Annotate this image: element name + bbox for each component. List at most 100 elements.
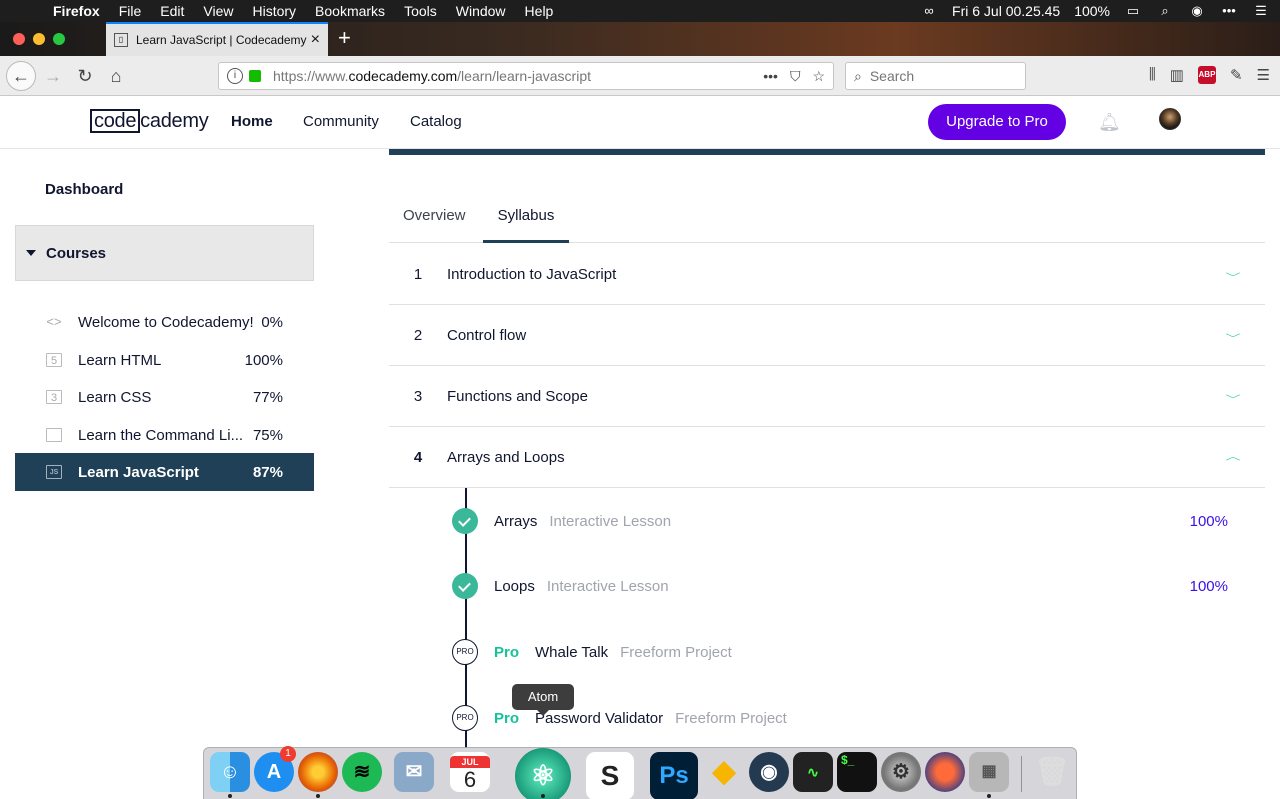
menubar-datetime[interactable]: Fri 6 Jul 00.25.45	[952, 3, 1060, 19]
course-name: Learn HTML	[78, 351, 162, 369]
course-name: Welcome to Codecademy!	[78, 313, 254, 331]
adblock-plus-icon[interactable]: ABP	[1197, 66, 1216, 84]
sidebar-course-command-line[interactable]: Learn the Command Li... 75%	[15, 416, 314, 454]
upgrade-to-pro-button[interactable]: Upgrade to Pro	[928, 104, 1066, 140]
menu-tools[interactable]: Tools	[404, 3, 437, 19]
chevron-down-icon[interactable]	[1227, 389, 1241, 403]
new-tab-icon[interactable]: +	[338, 26, 351, 50]
window-close-button[interactable]	[13, 33, 25, 45]
extension-icon[interactable]: ✎	[1230, 66, 1243, 84]
firefox-icon[interactable]	[298, 752, 338, 792]
forward-arrow-icon[interactable]: →	[41, 64, 65, 88]
search-bar[interactable]: ⌕	[845, 62, 1026, 90]
activity-monitor-icon[interactable]: ∿	[793, 752, 833, 792]
notification-bell-icon[interactable]: 🔔︎	[1098, 112, 1121, 132]
sidebar-dashboard-link[interactable]: Dashboard	[45, 181, 123, 198]
syllabus-module[interactable]: 2 Control flow	[389, 305, 1265, 366]
terminal-icon	[46, 428, 62, 442]
course-percent: 87%	[252, 463, 283, 481]
lesson-type: Freeform Project	[620, 643, 732, 661]
bookmark-star-icon[interactable]: ☆	[812, 68, 825, 85]
module-title: Functions and Scope	[447, 387, 588, 405]
browser-tab-active[interactable]: ▯ Learn JavaScript | Codecademy ×	[106, 22, 328, 56]
sidebar-course-html[interactable]: 5 Learn HTML 100%	[15, 341, 314, 379]
course-name: Learn CSS	[78, 388, 152, 406]
siri-icon[interactable]: ◉	[1188, 4, 1206, 18]
secure-lock-icon[interactable]	[249, 70, 261, 82]
sidebar-course-javascript[interactable]: JS Learn JavaScript 87%	[15, 453, 314, 491]
atom-icon[interactable]: ⚛	[515, 748, 571, 799]
nav-home[interactable]: Home	[231, 113, 273, 130]
creative-cloud-icon[interactable]: ∞	[920, 4, 938, 18]
menu-edit[interactable]: Edit	[160, 3, 184, 19]
calculator-icon[interactable]: ▦	[969, 752, 1009, 792]
calendar-icon[interactable]: JUL 6	[450, 752, 490, 792]
syllabus-module[interactable]: 1 Introduction to JavaScript	[389, 244, 1265, 305]
page-actions-icon[interactable]: •••	[763, 68, 778, 85]
battery-percent[interactable]: 100%	[1074, 3, 1110, 19]
courses-label: Courses	[46, 244, 107, 262]
menu-window[interactable]: Window	[456, 3, 506, 19]
course-percent: 75%	[252, 426, 283, 444]
lesson-item[interactable]: Loops Interactive Lesson 100%	[452, 571, 1265, 601]
url-text[interactable]: https://www.codecademy.com/learn/learn-j…	[273, 68, 763, 84]
sidebar-toggle-icon[interactable]: ▥	[1170, 66, 1184, 84]
lesson-item[interactable]: Arrays Interactive Lesson 100%	[452, 506, 1265, 536]
slack-icon[interactable]: S	[586, 752, 634, 799]
battery-icon[interactable]: ▭	[1124, 4, 1142, 18]
nav-catalog[interactable]: Catalog	[410, 113, 462, 130]
nav-community[interactable]: Community	[303, 113, 379, 130]
chevron-down-icon[interactable]	[1227, 328, 1241, 342]
menu-help[interactable]: Help	[525, 3, 554, 19]
search-input[interactable]	[869, 68, 1010, 84]
macos-dock: ☺ A 1 ≋ ✉ JUL 6 ⚛ S Ps ◆ ◉ ∿ $_ ⚙ ▦ 🗑︎	[203, 746, 1077, 799]
spotify-icon[interactable]: ≋	[342, 752, 382, 792]
sketch-icon[interactable]: ◆	[704, 752, 744, 792]
pro-label: Pro	[494, 709, 520, 727]
syllabus-module[interactable]: 3 Functions and Scope	[389, 366, 1265, 427]
system-preferences-icon[interactable]: ⚙	[881, 752, 921, 792]
menu-view[interactable]: View	[203, 3, 233, 19]
menu-history[interactable]: History	[252, 3, 296, 19]
syllabus-module-open[interactable]: 4 Arrays and Loops	[389, 427, 1265, 488]
menu-file[interactable]: File	[119, 3, 142, 19]
courses-section-header[interactable]: Courses	[15, 225, 314, 281]
menu-app-name[interactable]: Firefox	[53, 3, 100, 19]
chevron-up-icon[interactable]	[1227, 450, 1241, 464]
tab-overview[interactable]: Overview	[403, 207, 466, 243]
sidebar-course-welcome[interactable]: <> Welcome to Codecademy! 0%	[15, 303, 314, 341]
mail-icon[interactable]: ✉	[394, 752, 434, 792]
terminal-app-icon[interactable]: $_	[837, 752, 877, 792]
notification-center-icon[interactable]: ☰	[1252, 4, 1270, 18]
menu-bookmarks[interactable]: Bookmarks	[315, 3, 385, 19]
trash-icon[interactable]: 🗑︎	[1032, 752, 1072, 792]
more-icon[interactable]: •••	[1220, 4, 1238, 18]
window-zoom-button[interactable]	[53, 33, 65, 45]
site-info-icon[interactable]: i	[227, 68, 243, 84]
photoshop-icon[interactable]: Ps	[650, 752, 698, 799]
caret-down-icon	[26, 250, 36, 256]
window-minimize-button[interactable]	[33, 33, 45, 45]
spotlight-search-icon[interactable]: ⌕	[1156, 4, 1174, 18]
sidebar-course-css[interactable]: 3 Learn CSS 77%	[15, 378, 314, 416]
lesson-item-pro[interactable]: PRO Pro Password Validator Freeform Proj…	[452, 703, 787, 733]
lesson-item-pro[interactable]: PRO Pro Whale Talk Freeform Project	[452, 637, 732, 667]
tab-close-icon[interactable]: ×	[311, 31, 320, 49]
codecademy-logo[interactable]: code cademy	[90, 109, 209, 133]
pocket-icon[interactable]: ⛉	[790, 68, 801, 85]
user-avatar[interactable]	[1159, 108, 1181, 130]
lesson-name: Password Validator	[535, 709, 664, 727]
url-bar[interactable]: i https://www.codecademy.com/learn/learn…	[218, 62, 834, 90]
tab-syllabus[interactable]: Syllabus	[483, 207, 569, 243]
rocket-icon[interactable]	[925, 752, 965, 792]
pro-label: Pro	[494, 643, 520, 661]
hamburger-menu-icon[interactable]: ☰	[1257, 66, 1270, 84]
chevron-down-icon[interactable]	[1227, 267, 1241, 281]
finder-icon[interactable]: ☺	[210, 752, 250, 792]
reload-icon[interactable]: ↻	[73, 64, 97, 88]
library-icon[interactable]: ⫼	[1149, 66, 1156, 84]
back-arrow-icon[interactable]: ←	[6, 61, 36, 91]
owl-icon[interactable]: ◉	[749, 752, 789, 792]
lesson-percent: 100%	[1189, 577, 1228, 595]
home-icon[interactable]: ⌂	[104, 64, 128, 88]
